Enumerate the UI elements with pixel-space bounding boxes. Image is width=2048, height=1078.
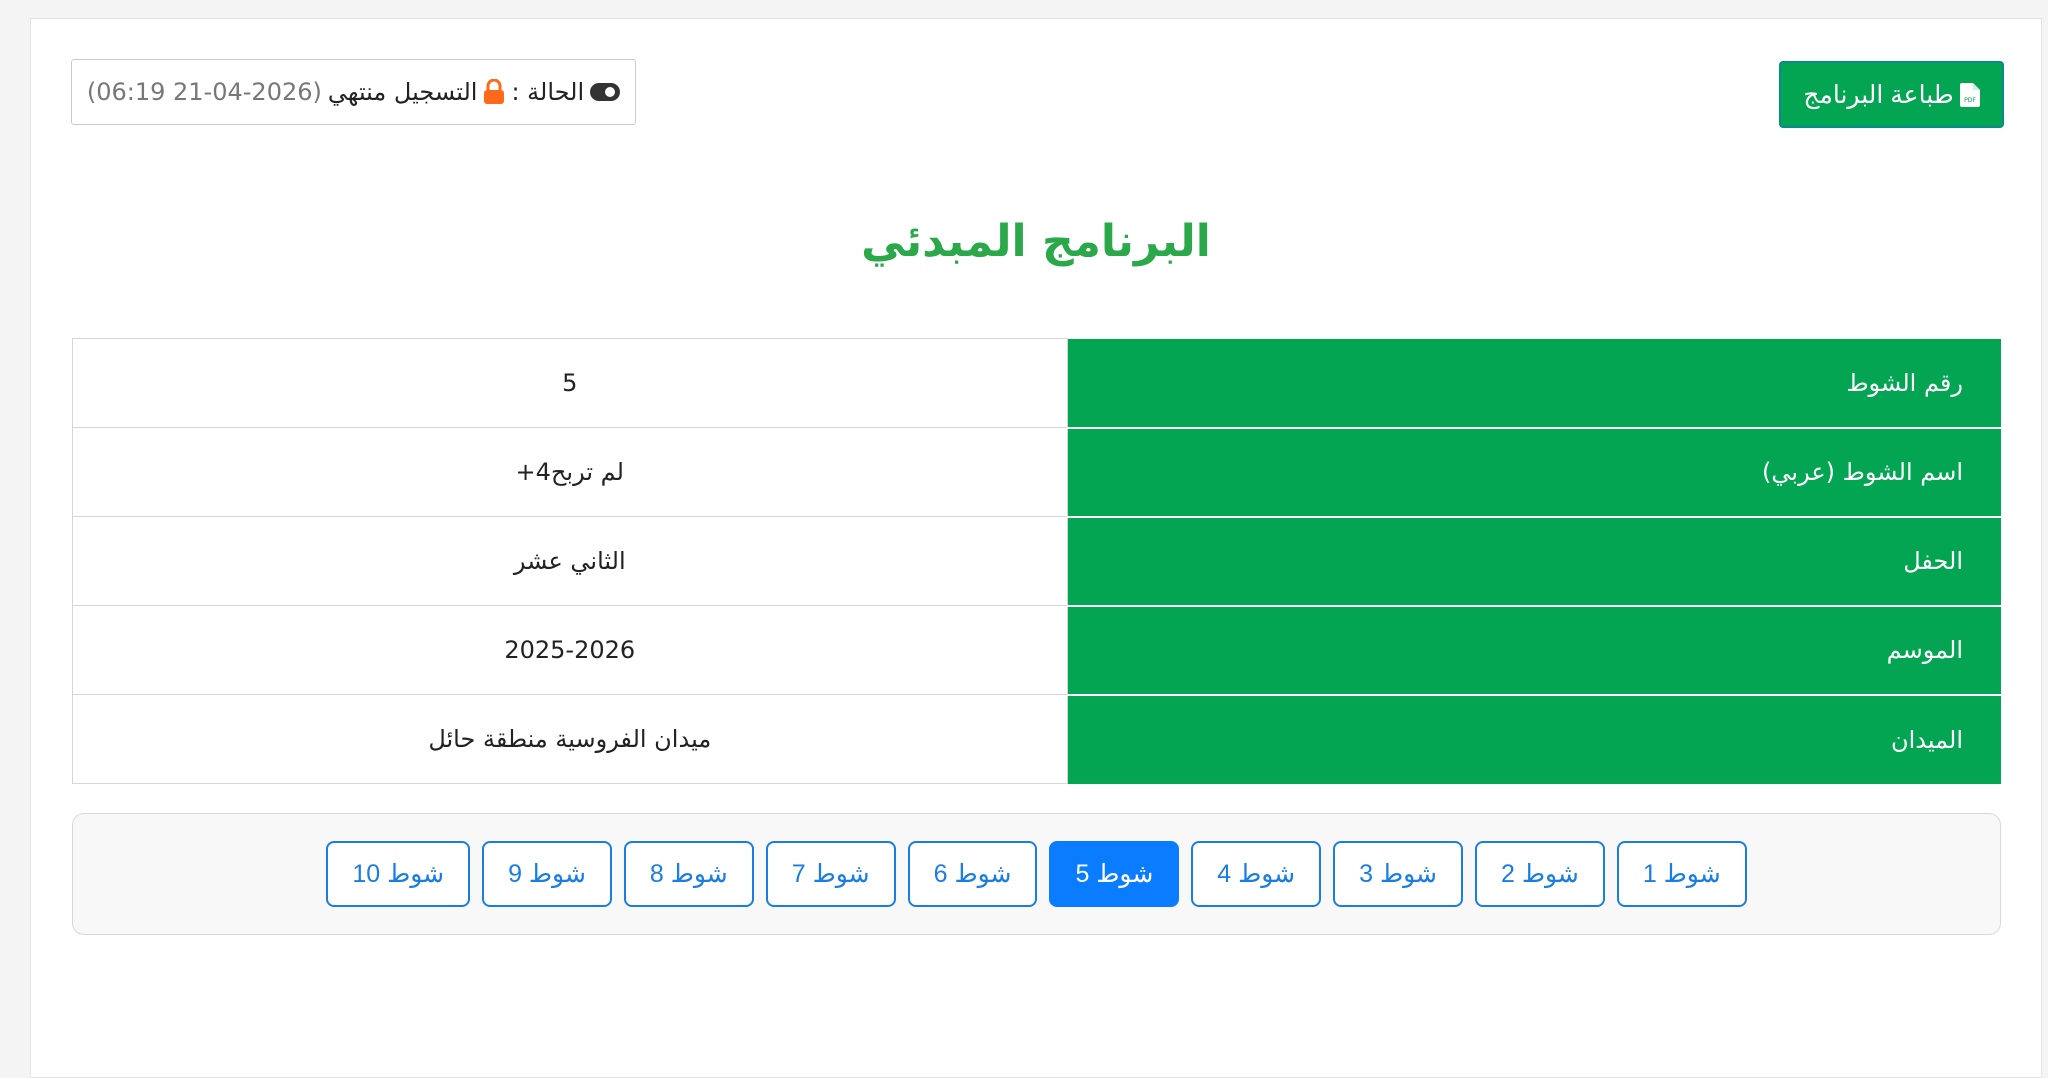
registration-status: الحالة : التسجيل منتهي (06:19 21-04-2026…	[71, 59, 636, 125]
lock-icon	[484, 79, 505, 104]
race-details-table: رقم الشوط 5 اسم الشوط (عربي) لم تربح4+ ا…	[72, 338, 2001, 784]
race-button-5[interactable]: شوط 5	[1049, 841, 1180, 907]
status-date: (06:19 21-04-2026)	[86, 78, 322, 106]
row-value: ميدان الفروسية منطقة حائل	[72, 694, 1068, 784]
race-button-3[interactable]: شوط 3	[1333, 841, 1463, 907]
race-button-8[interactable]: شوط 8	[623, 841, 754, 907]
pdf-file-icon: PDF	[1959, 82, 1980, 107]
print-program-label: طباعة البرنامج	[1803, 80, 1954, 109]
row-label: اسم الشوط (عربي)	[1067, 427, 2001, 518]
status-text: التسجيل منتهي	[327, 78, 478, 106]
race-button-1[interactable]: شوط 1	[1616, 841, 1747, 907]
row-label: الميدان	[1067, 694, 2001, 784]
race-button-9[interactable]: شوط 9	[482, 841, 612, 907]
print-program-button[interactable]: PDF طباعة البرنامج	[1779, 61, 2004, 128]
row-value: 5	[72, 338, 1068, 428]
page-title: البرنامج المبدئي	[861, 216, 1211, 267]
race-button-4[interactable]: شوط 4	[1191, 841, 1322, 907]
race-button-7[interactable]: شوط 7	[765, 841, 896, 907]
row-value: الثاني عشر	[72, 516, 1068, 606]
table-row: الحفل الثاني عشر	[72, 516, 2001, 607]
toggle-icon	[590, 83, 621, 101]
table-row: اسم الشوط (عربي) لم تربح4+	[72, 427, 2001, 518]
row-label: رقم الشوط	[1067, 338, 2001, 429]
table-row: الموسم 2025-2026	[72, 605, 2001, 696]
row-label: الموسم	[1067, 605, 2001, 696]
race-button-10[interactable]: شوط 10	[326, 841, 471, 907]
program-card: PDF طباعة البرنامج الحالة : التسجيل منته…	[30, 18, 2042, 1078]
table-row: رقم الشوط 5	[72, 338, 2001, 429]
svg-text:PDF: PDF	[1964, 97, 1976, 104]
row-value: لم تربح4+	[72, 427, 1068, 517]
table-row: الميدان ميدان الفروسية منطقة حائل	[72, 694, 2001, 784]
race-button-2[interactable]: شوط 2	[1474, 841, 1605, 907]
status-label: الحالة :	[511, 78, 585, 106]
race-pager: شوط 1 شوط 2 شوط 3 شوط 4 شوط 5 شوط 6 شوط …	[72, 813, 2001, 935]
race-button-6[interactable]: شوط 6	[907, 841, 1038, 907]
row-value: 2025-2026	[72, 605, 1068, 695]
row-label: الحفل	[1067, 516, 2001, 607]
